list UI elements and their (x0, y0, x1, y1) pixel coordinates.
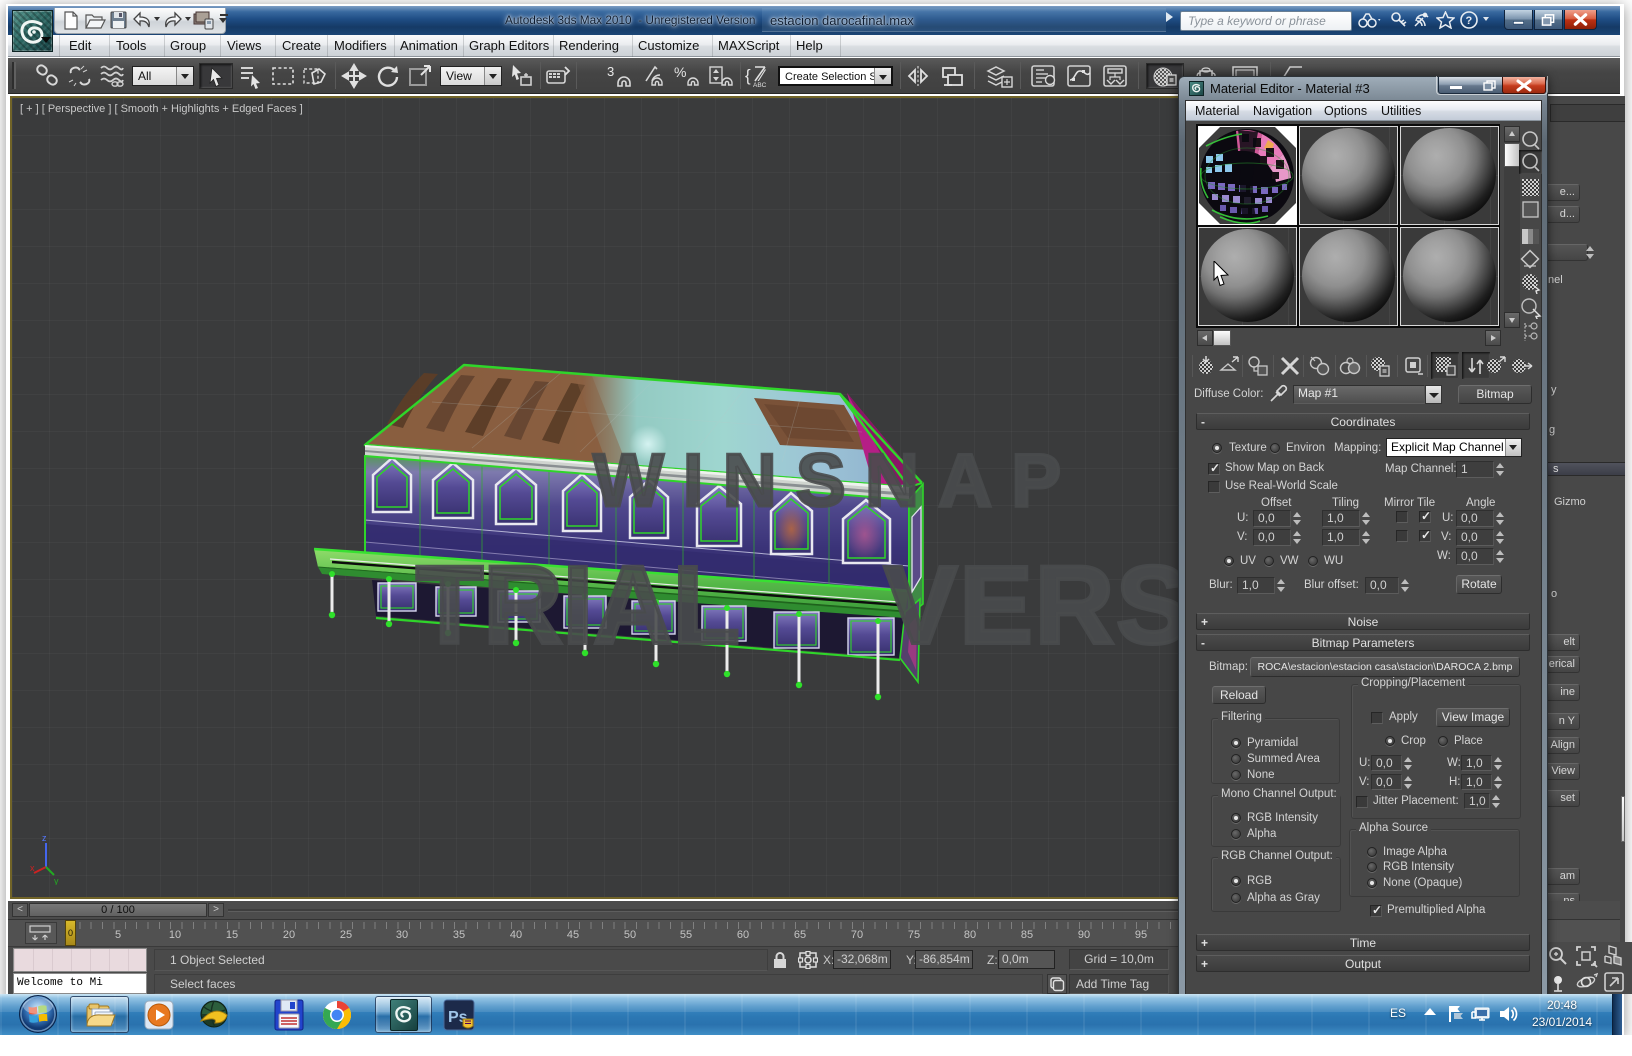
svg-text:z: z (42, 833, 47, 843)
svg-text:{: { (745, 66, 751, 85)
svg-text:ABC: ABC (753, 82, 767, 89)
svg-text:3: 3 (607, 64, 614, 79)
svg-text:?: ? (1466, 15, 1473, 27)
svg-text:x: x (30, 863, 35, 873)
svg-text:%: % (674, 64, 686, 80)
svg-text:y: y (54, 876, 59, 885)
